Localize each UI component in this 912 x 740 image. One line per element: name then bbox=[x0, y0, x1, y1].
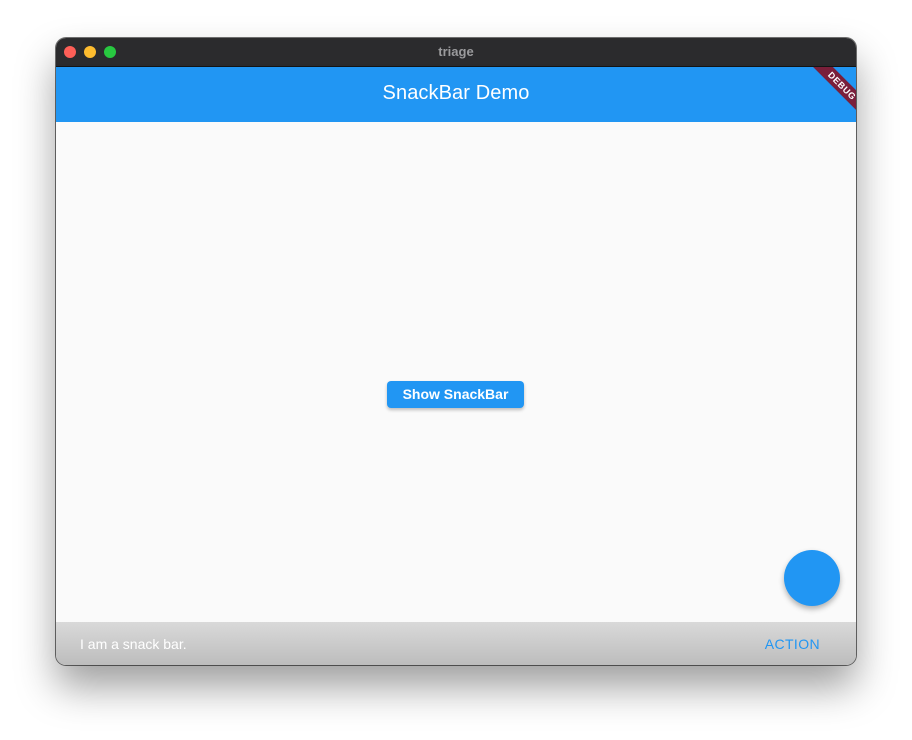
main-content bbox=[56, 122, 856, 622]
show-snackbar-button[interactable]: Show SnackBar bbox=[387, 381, 524, 408]
page-title: SnackBar Demo bbox=[382, 82, 530, 104]
app-bar: SnackBar Demo DEBUG bbox=[56, 67, 856, 122]
snackbar-action-button[interactable]: ACTION bbox=[765, 636, 820, 652]
window-titlebar[interactable]: triage bbox=[56, 38, 856, 67]
snackbar-message: I am a snack bar. bbox=[80, 636, 187, 652]
snackbar: I am a snack bar. ACTION bbox=[56, 622, 856, 665]
floating-action-button[interactable] bbox=[784, 550, 840, 606]
window-title: triage bbox=[438, 44, 474, 59]
app-window: triage SnackBar Demo DEBUG Show SnackBar… bbox=[56, 38, 856, 665]
